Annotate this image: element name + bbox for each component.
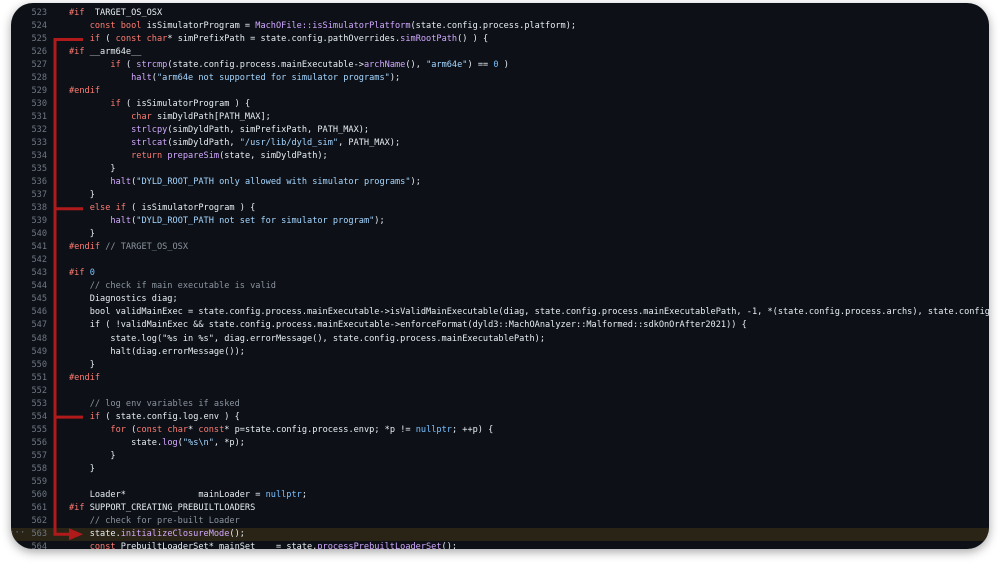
arrowhead [69, 528, 83, 541]
code-editor-window: 523 #if TARGET_OS_OSX 524 const bool isSim… [11, 3, 989, 549]
annotation-arrows [53, 38, 83, 541]
